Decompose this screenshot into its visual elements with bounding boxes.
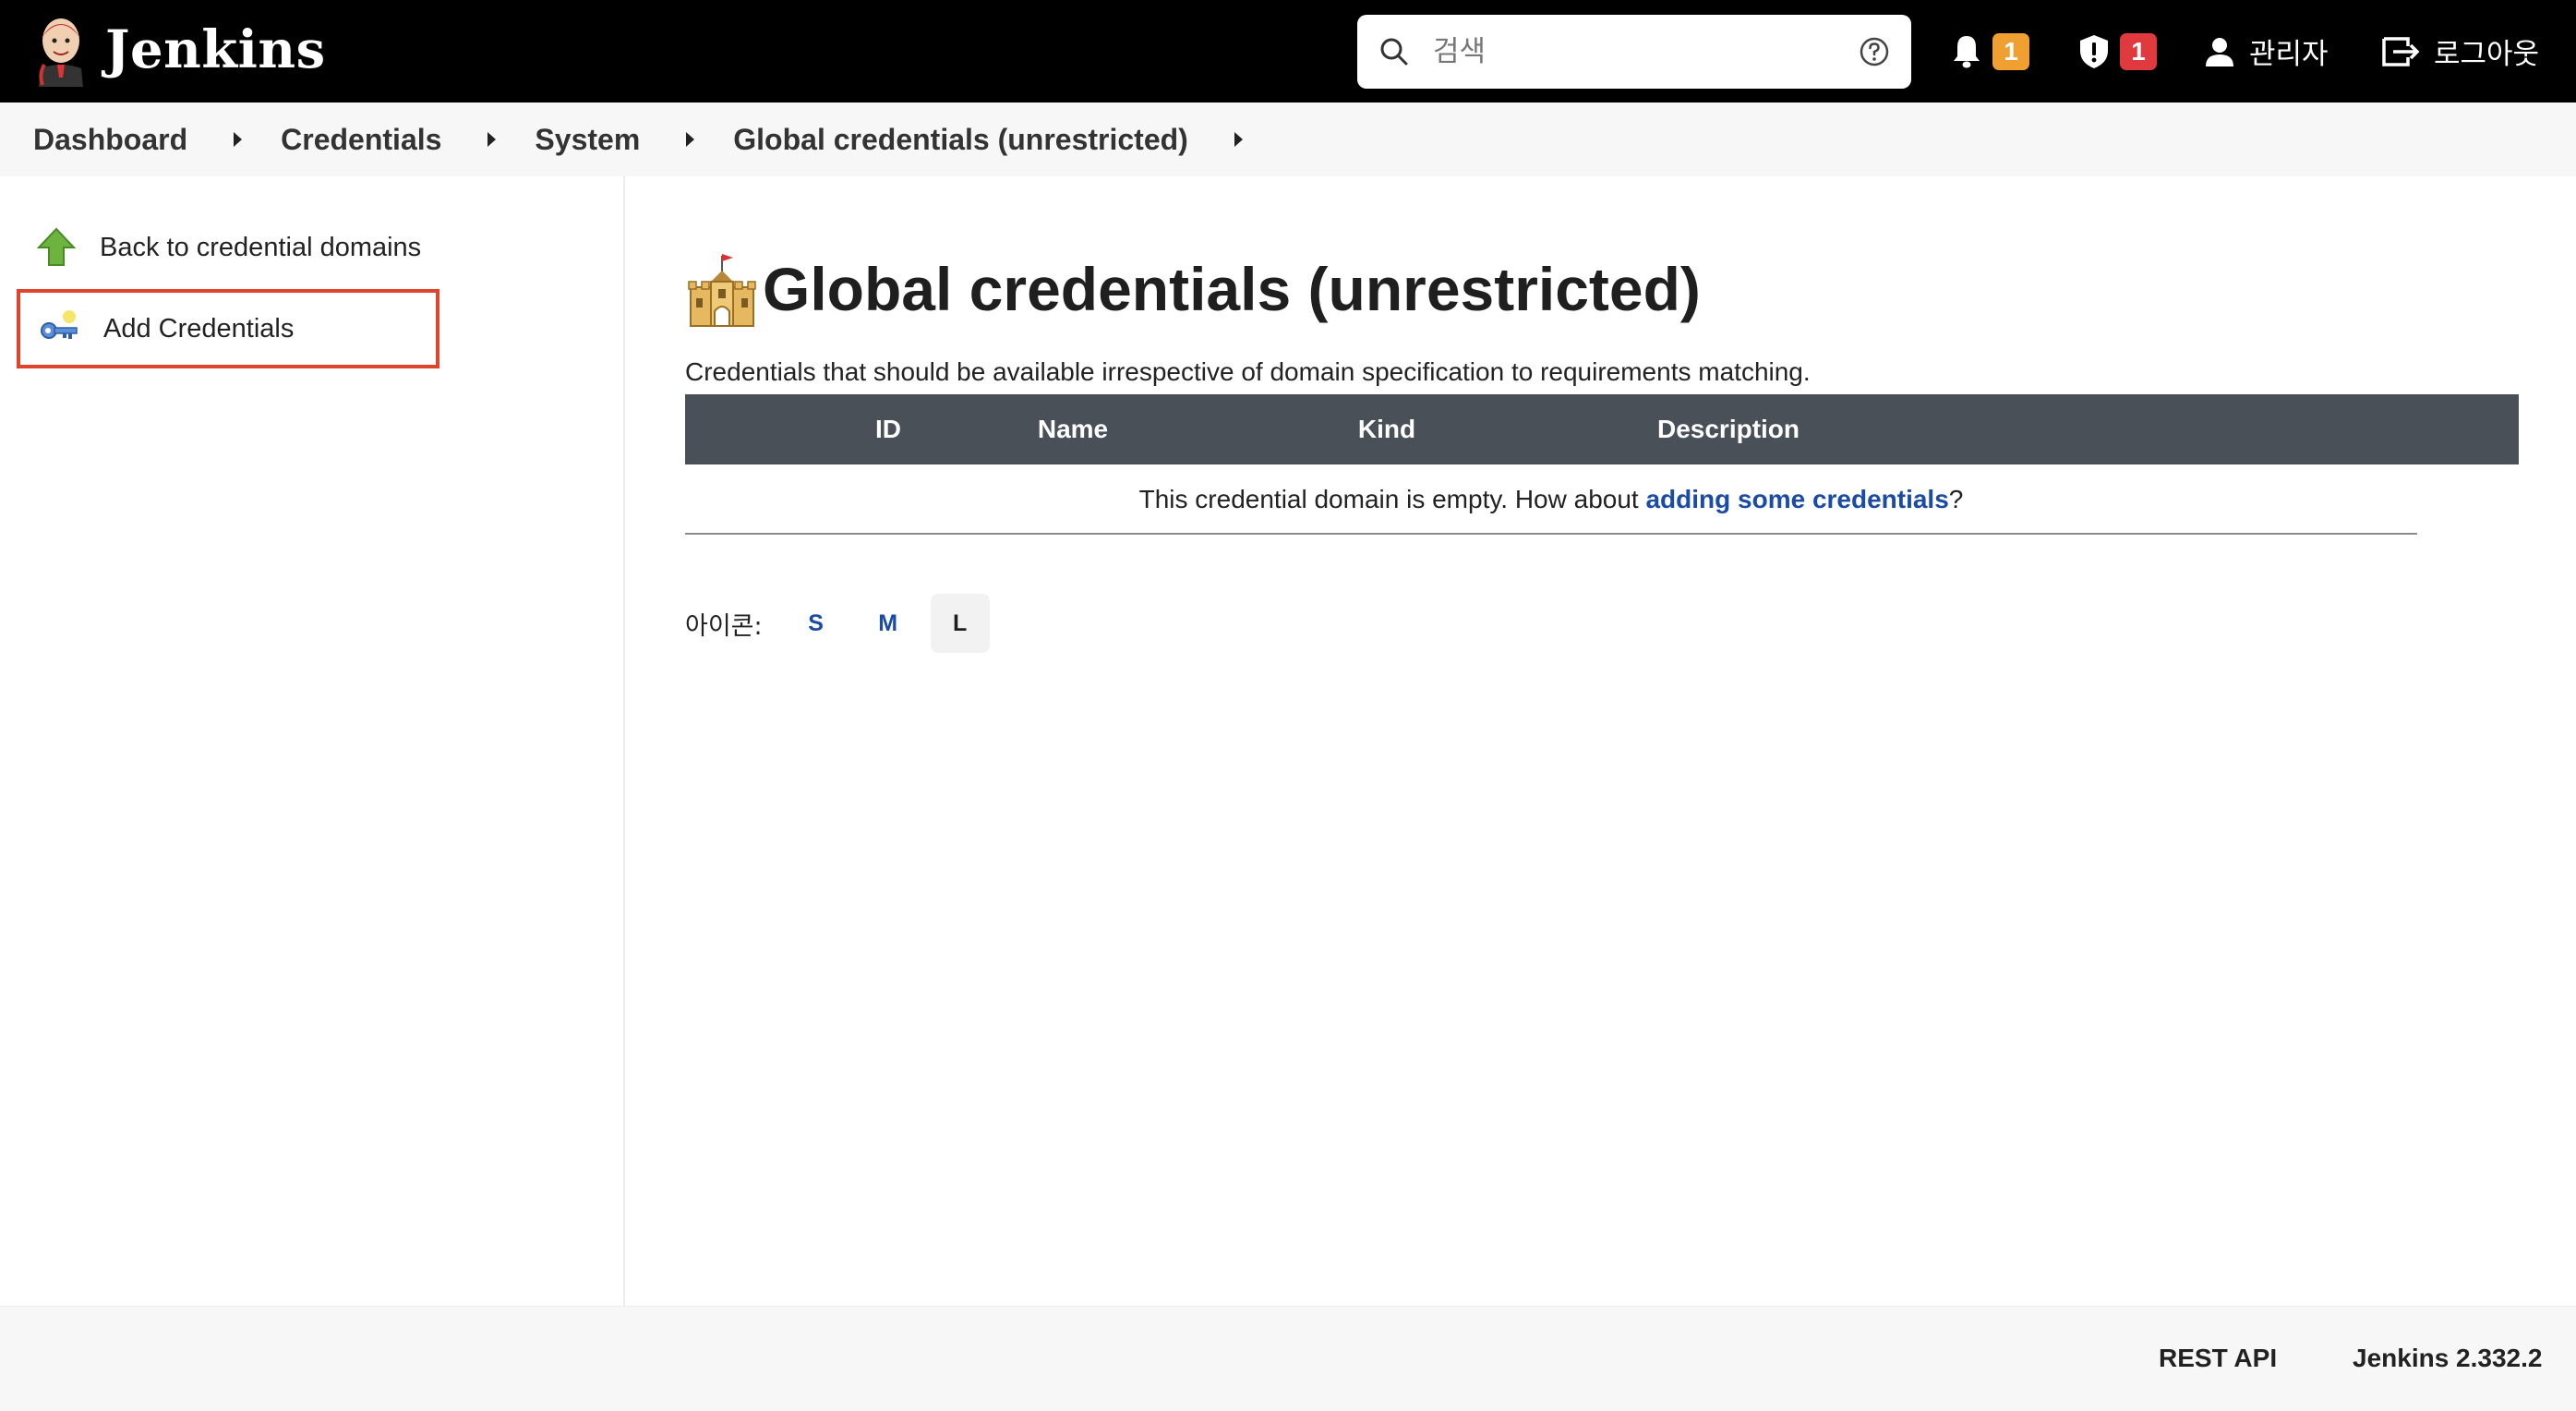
notifications-button[interactable]: 1 [1950, 0, 2029, 103]
icon-size-large-button[interactable]: L [930, 594, 990, 653]
key-icon [41, 310, 78, 339]
search-input[interactable] [1433, 28, 1821, 76]
user-icon [2206, 37, 2233, 66]
breadcrumb-chevron-icon[interactable] [234, 132, 243, 147]
breadcrumb-system[interactable]: System [535, 123, 640, 157]
page-description: Credentials that should be available irr… [685, 357, 1811, 386]
user-menu[interactable]: 관리자 [2203, 0, 2329, 103]
breadcrumb-chevron-icon[interactable] [488, 132, 497, 147]
title-row: Global credentials (unrestricted) [685, 250, 1701, 328]
page: Jenkins 1 [0, 0, 2576, 1411]
column-header-description[interactable]: Description [1608, 394, 1848, 464]
footer: REST API Jenkins 2.332.2 [0, 1306, 2576, 1411]
icon-size-selector: 아이콘: S M L [685, 594, 1003, 653]
logout-icon [2382, 36, 2420, 66]
sidebar-item-label: Add Credentials [103, 313, 295, 344]
help-icon[interactable] [1858, 35, 1891, 68]
jenkins-version-link[interactable]: Jenkins 2.332.2 [2353, 1344, 2542, 1373]
logout-label: 로그아웃 [2434, 38, 2540, 71]
page-title: Global credentials (unrestricted) [763, 255, 1701, 323]
breadcrumb-credentials[interactable]: Credentials [281, 123, 441, 157]
icon-size-label: 아이콘: [685, 611, 763, 641]
icon-size-small-button[interactable]: S [787, 594, 846, 653]
search-icon [1380, 38, 1408, 66]
breadcrumb-global-credentials[interactable]: Global credentials (unrestricted) [733, 123, 1188, 157]
user-name: 관리자 [2249, 38, 2329, 71]
castle-icon [688, 254, 756, 327]
breadcrumb-chevron-icon[interactable] [686, 132, 695, 147]
sidebar-item-back-to-domains[interactable]: Back to credential domains [17, 208, 439, 287]
column-header-name[interactable]: Name [981, 394, 1165, 464]
security-badge: 1 [2120, 32, 2157, 70]
top-header: Jenkins 1 [0, 0, 2576, 103]
breadcrumb-chevron-icon[interactable] [1234, 132, 1243, 147]
rest-api-link[interactable]: REST API [2159, 1344, 2277, 1373]
adding-some-credentials-link[interactable]: adding some credentials [1645, 485, 1948, 513]
brand-name: Jenkins [105, 19, 326, 80]
table-header: ID Name Kind Description [685, 394, 2519, 464]
empty-table-message: This credential domain is empty. How abo… [685, 464, 2417, 535]
search-box[interactable] [1357, 15, 1911, 89]
sidebar-item-add-credentials[interactable]: Add Credentials [17, 289, 439, 368]
bell-icon [1954, 35, 1980, 67]
empty-message-suffix: ? [1948, 485, 1964, 513]
column-header-kind[interactable]: Kind [1294, 394, 1479, 464]
shield-icon [2080, 34, 2108, 68]
credentials-table: ID Name Kind Description This credential… [685, 394, 2519, 535]
logout-button[interactable]: 로그아웃 [2380, 0, 2539, 103]
jenkins-butler-icon [39, 18, 83, 87]
empty-message-prefix: This credential domain is empty. How abo… [1138, 485, 1646, 513]
jenkins-logo[interactable]: Jenkins [31, 13, 326, 87]
sidebar: Back to credential domains Add Credentia… [0, 176, 625, 1306]
sidebar-item-label: Back to credential domains [100, 232, 422, 262]
arrow-up-icon [36, 227, 77, 266]
icon-size-medium-button[interactable]: M [859, 594, 918, 653]
security-button[interactable]: 1 [2077, 0, 2157, 103]
column-header-id[interactable]: ID [796, 394, 981, 464]
breadcrumb: Dashboard Credentials System Global cred… [0, 103, 2576, 176]
notifications-badge: 1 [1992, 32, 2029, 70]
breadcrumb-dashboard[interactable]: Dashboard [33, 123, 187, 157]
